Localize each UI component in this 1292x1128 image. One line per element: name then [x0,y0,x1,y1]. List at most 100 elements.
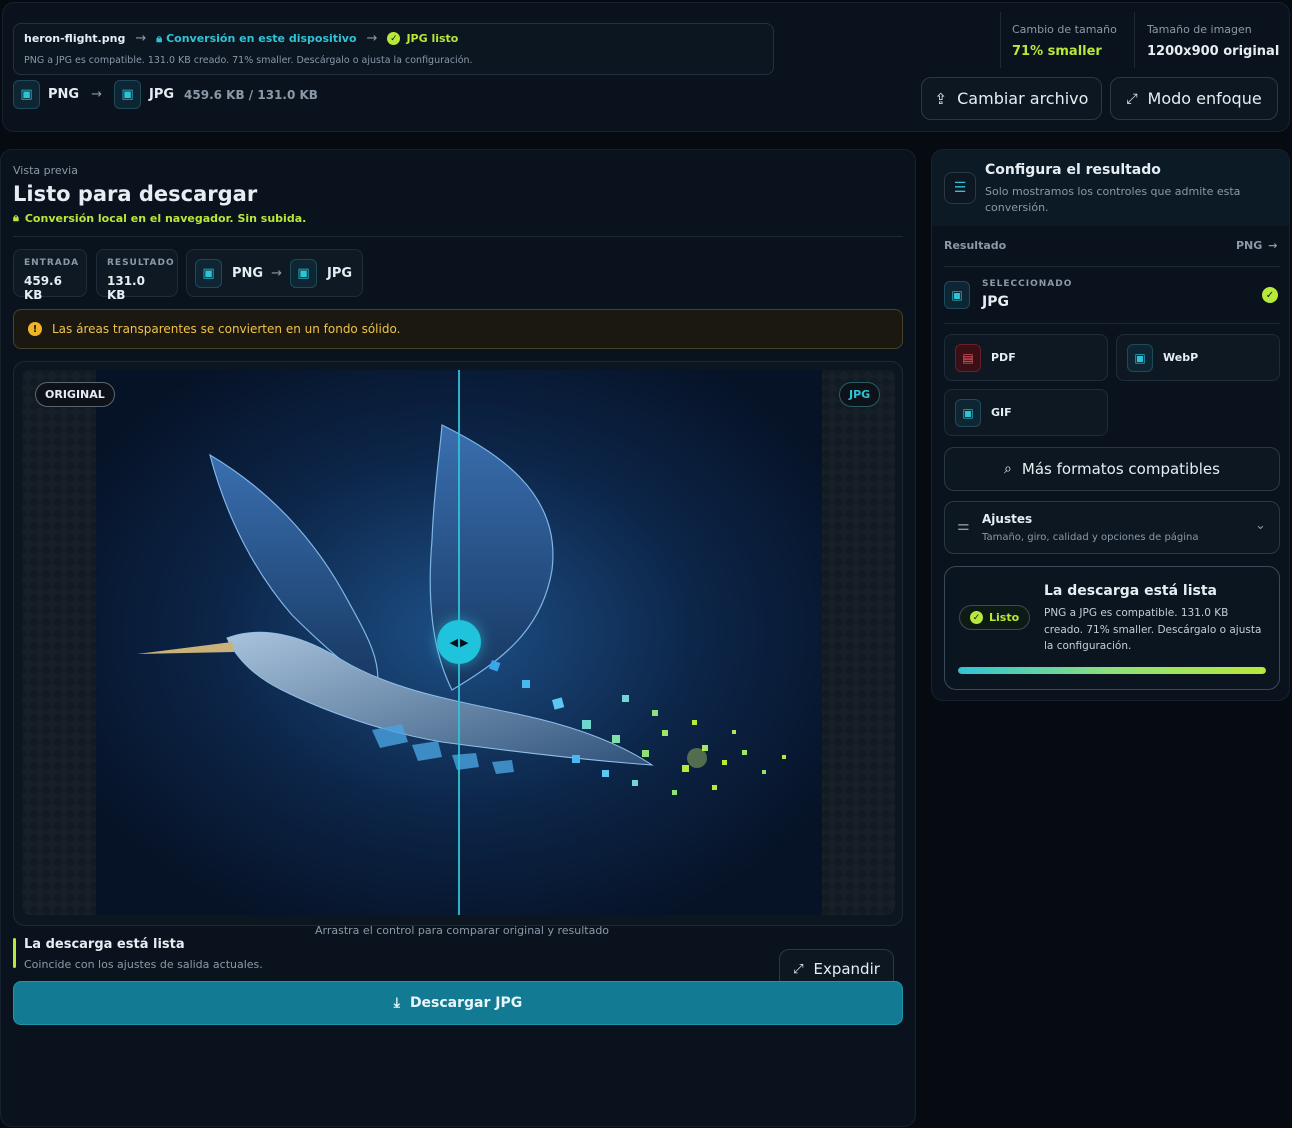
status-accent [13,938,16,968]
focus-mode-button[interactable]: ⤢ Modo enfoque [1110,77,1278,120]
arrow-right-icon: → [91,87,102,102]
more-formats-label: Más formatos compatibles [1021,460,1220,478]
image-file-icon: ▣ [1127,343,1153,372]
ready-progress-fill [958,667,1266,674]
format-label: WebP [1163,351,1199,364]
filename: heron-flight.png [24,32,126,45]
input-value: 459.6 KB [24,274,62,302]
preview-eyebrow: Vista previa [13,164,78,177]
config-title: Configura el resultado [985,162,1161,178]
divider [944,323,1280,324]
result-source-format: PNG [1236,239,1263,252]
warning-icon: ! [28,322,42,336]
format-pair-chip: ▣ PNG → ▣ JPG [186,249,363,297]
result-source: PNG → [1236,239,1278,252]
check-circle-icon: ✓ [387,32,401,45]
divider [13,236,903,237]
format-pair: ▣ PNG → ▣ JPG 459.6 KB / 131.0 KB [13,80,318,109]
compare-hint: Arrastra el control para comparar origin… [315,924,610,937]
warning-text: Las áreas transparentes se convierten en… [52,322,401,336]
settings-accordion[interactable]: ⚌ Ajustes Tamaño, giro, calidad y opcion… [944,501,1280,554]
expand-icon: ⤢ [1126,90,1138,107]
image-file-icon: ▣ [955,398,981,427]
search-icon: ⌕ [1004,461,1012,477]
size-pair: 459.6 KB / 131.0 KB [184,87,318,102]
arrow-right-icon: → [135,31,147,46]
image-file-icon: ▣ [195,258,222,288]
expand-label: Expandir [813,960,880,978]
download-label: Descargar JPG [409,995,523,1011]
format-label: PDF [991,351,1016,364]
input-label: ENTRADA [24,258,80,268]
image-size-value: 1200x900 original [1147,44,1280,59]
image-file-icon: ▣ [944,281,970,309]
image-size-label: Tamaño de imagen [1147,23,1252,36]
upload-icon: ⇪ [934,89,948,108]
input-size-chip: ENTRADA 459.6 KB [13,249,87,302]
result-label: RESULTADO [107,258,175,268]
size-change-value: 71% smaller [1012,44,1102,59]
sliders-icon: ⚌ [957,518,970,534]
ready-title: La descarga está lista [1044,583,1217,599]
local-note: 🔒︎ Conversión local en el navegador. Sin… [13,211,306,225]
divider [1000,12,1001,68]
status-title: La descarga está lista [24,937,185,952]
chevron-left-icon: ◀ [449,635,458,649]
check-circle-icon: ✓ [1262,287,1278,303]
config-subtitle: Solo mostramos los controles que admite … [985,185,1241,214]
download-icon: ⤓ [393,995,400,1011]
expand-icon: ⤢ [793,961,804,977]
lock-icon: 🔒︎ [13,211,19,224]
image-size-stat: Tamaño de imagen 1200x900 original [1147,23,1279,59]
comparison-viewer: ◀ ▶ ORIGINAL JPG [13,361,903,926]
more-formats-button[interactable]: ⌕ Más formatos compatibles [944,447,1280,491]
settings-title: Ajustes [982,512,1033,526]
ready-pill: ✓ Listo [959,605,1031,630]
size-change-label: Cambio de tamaño [1012,23,1117,36]
to-format: JPG [148,87,175,102]
compare-slider-handle[interactable]: ◀ ▶ [437,620,481,664]
tag-original: ORIGINAL [35,382,115,407]
to-format: JPG [326,265,353,281]
ready-text: PNG a JPG es compatible. 131.0 KB creado… [1044,607,1262,652]
lock-icon: 🔒︎ [156,31,163,45]
selected-label: SELECCIONADO [982,279,1073,289]
ready-progress [958,667,1266,674]
selected-format[interactable]: ▣ SELECCIONADO JPG ✓ [944,279,1280,319]
arrow-right-icon: → [366,31,378,46]
chevron-down-icon: ⌄ [1255,518,1266,533]
result-section-label: Resultado [944,239,1007,252]
result-size-chip: RESULTADO 131.0 KB [96,249,178,302]
focus-mode-label: Modo enfoque [1147,89,1262,108]
step-ready: JPG listo [406,32,459,45]
download-button[interactable]: ⤓ Descargar JPG [13,981,903,1025]
chevron-right-icon: ▶ [460,635,469,649]
format-label: GIF [991,406,1012,419]
arrow-right-icon: → [271,265,282,281]
image-file-icon: ▣ [13,80,40,109]
status-subtitle: Coincide con los ajustes de salida actua… [24,958,263,971]
image-file-icon: ▣ [113,80,141,109]
sliders-icon: ☰ [944,172,976,204]
format-option-gif[interactable]: ▣ GIF [944,389,1108,436]
format-option-webp[interactable]: ▣ WebP [1116,334,1280,381]
divider [1134,12,1135,68]
result-value: 131.0 KB [107,274,145,302]
tag-result: JPG [839,382,881,407]
check-circle-icon: ✓ [970,611,983,624]
step-local: Conversión en este dispositivo [166,32,357,45]
image-file-icon: ▣ [289,258,317,288]
size-change-stat: Cambio de tamaño 71% smaller [1012,23,1117,59]
change-file-button[interactable]: ⇪ Cambiar archivo [921,77,1102,120]
format-option-pdf[interactable]: ▤ PDF [944,334,1108,381]
page-title: Listo para descargar [13,182,258,206]
conversion-summary: PNG a JPG es compatible. 131.0 KB creado… [24,55,473,66]
arrow-right-icon: → [1268,239,1278,252]
ready-pill-label: Listo [989,611,1020,624]
settings-subtitle: Tamaño, giro, calidad y opciones de pági… [982,532,1199,543]
selected-value: JPG [982,294,1009,310]
change-file-label: Cambiar archivo [957,89,1089,108]
divider [944,266,1280,267]
preview-image: ◀ ▶ ORIGINAL JPG [22,370,895,915]
from-format: PNG [232,265,264,281]
